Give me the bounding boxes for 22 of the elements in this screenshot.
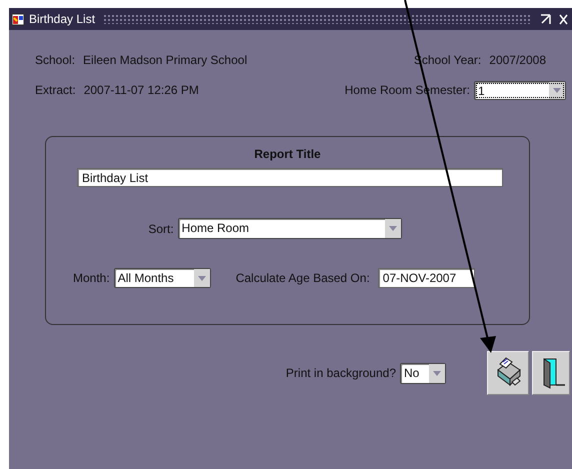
app-icon	[11, 12, 25, 26]
extract-time: 2007-11-07 12:26 PM	[84, 83, 199, 97]
age-date-label: Calculate Age Based On:	[236, 271, 370, 285]
close-icon[interactable]	[559, 14, 568, 24]
print-background-label: Print in background?	[286, 366, 396, 380]
school-label: School:	[35, 53, 76, 67]
school-name: Eileen Madson Primary School	[83, 53, 248, 67]
print-background-select[interactable]: No	[400, 362, 446, 384]
restore-icon[interactable]	[540, 14, 551, 24]
school-year: 2007/2008	[489, 53, 546, 67]
sort-select[interactable]: Home Room	[178, 218, 402, 239]
window-title: Birthday List	[29, 12, 96, 26]
month-label: Month:	[73, 271, 110, 285]
extract-label: Extract:	[35, 83, 76, 97]
month-select[interactable]: All Months	[114, 268, 211, 288]
report-title-heading: Report Title	[254, 147, 321, 161]
age-date-field[interactable]: 07-NOV-2007	[378, 268, 475, 288]
print-button[interactable]	[487, 351, 529, 395]
report-title-field[interactable]: Birthday List	[77, 168, 503, 187]
exit-button[interactable]	[532, 351, 570, 395]
sort-label: Sort:	[148, 222, 174, 236]
semester-select[interactable]: 1	[474, 80, 566, 100]
